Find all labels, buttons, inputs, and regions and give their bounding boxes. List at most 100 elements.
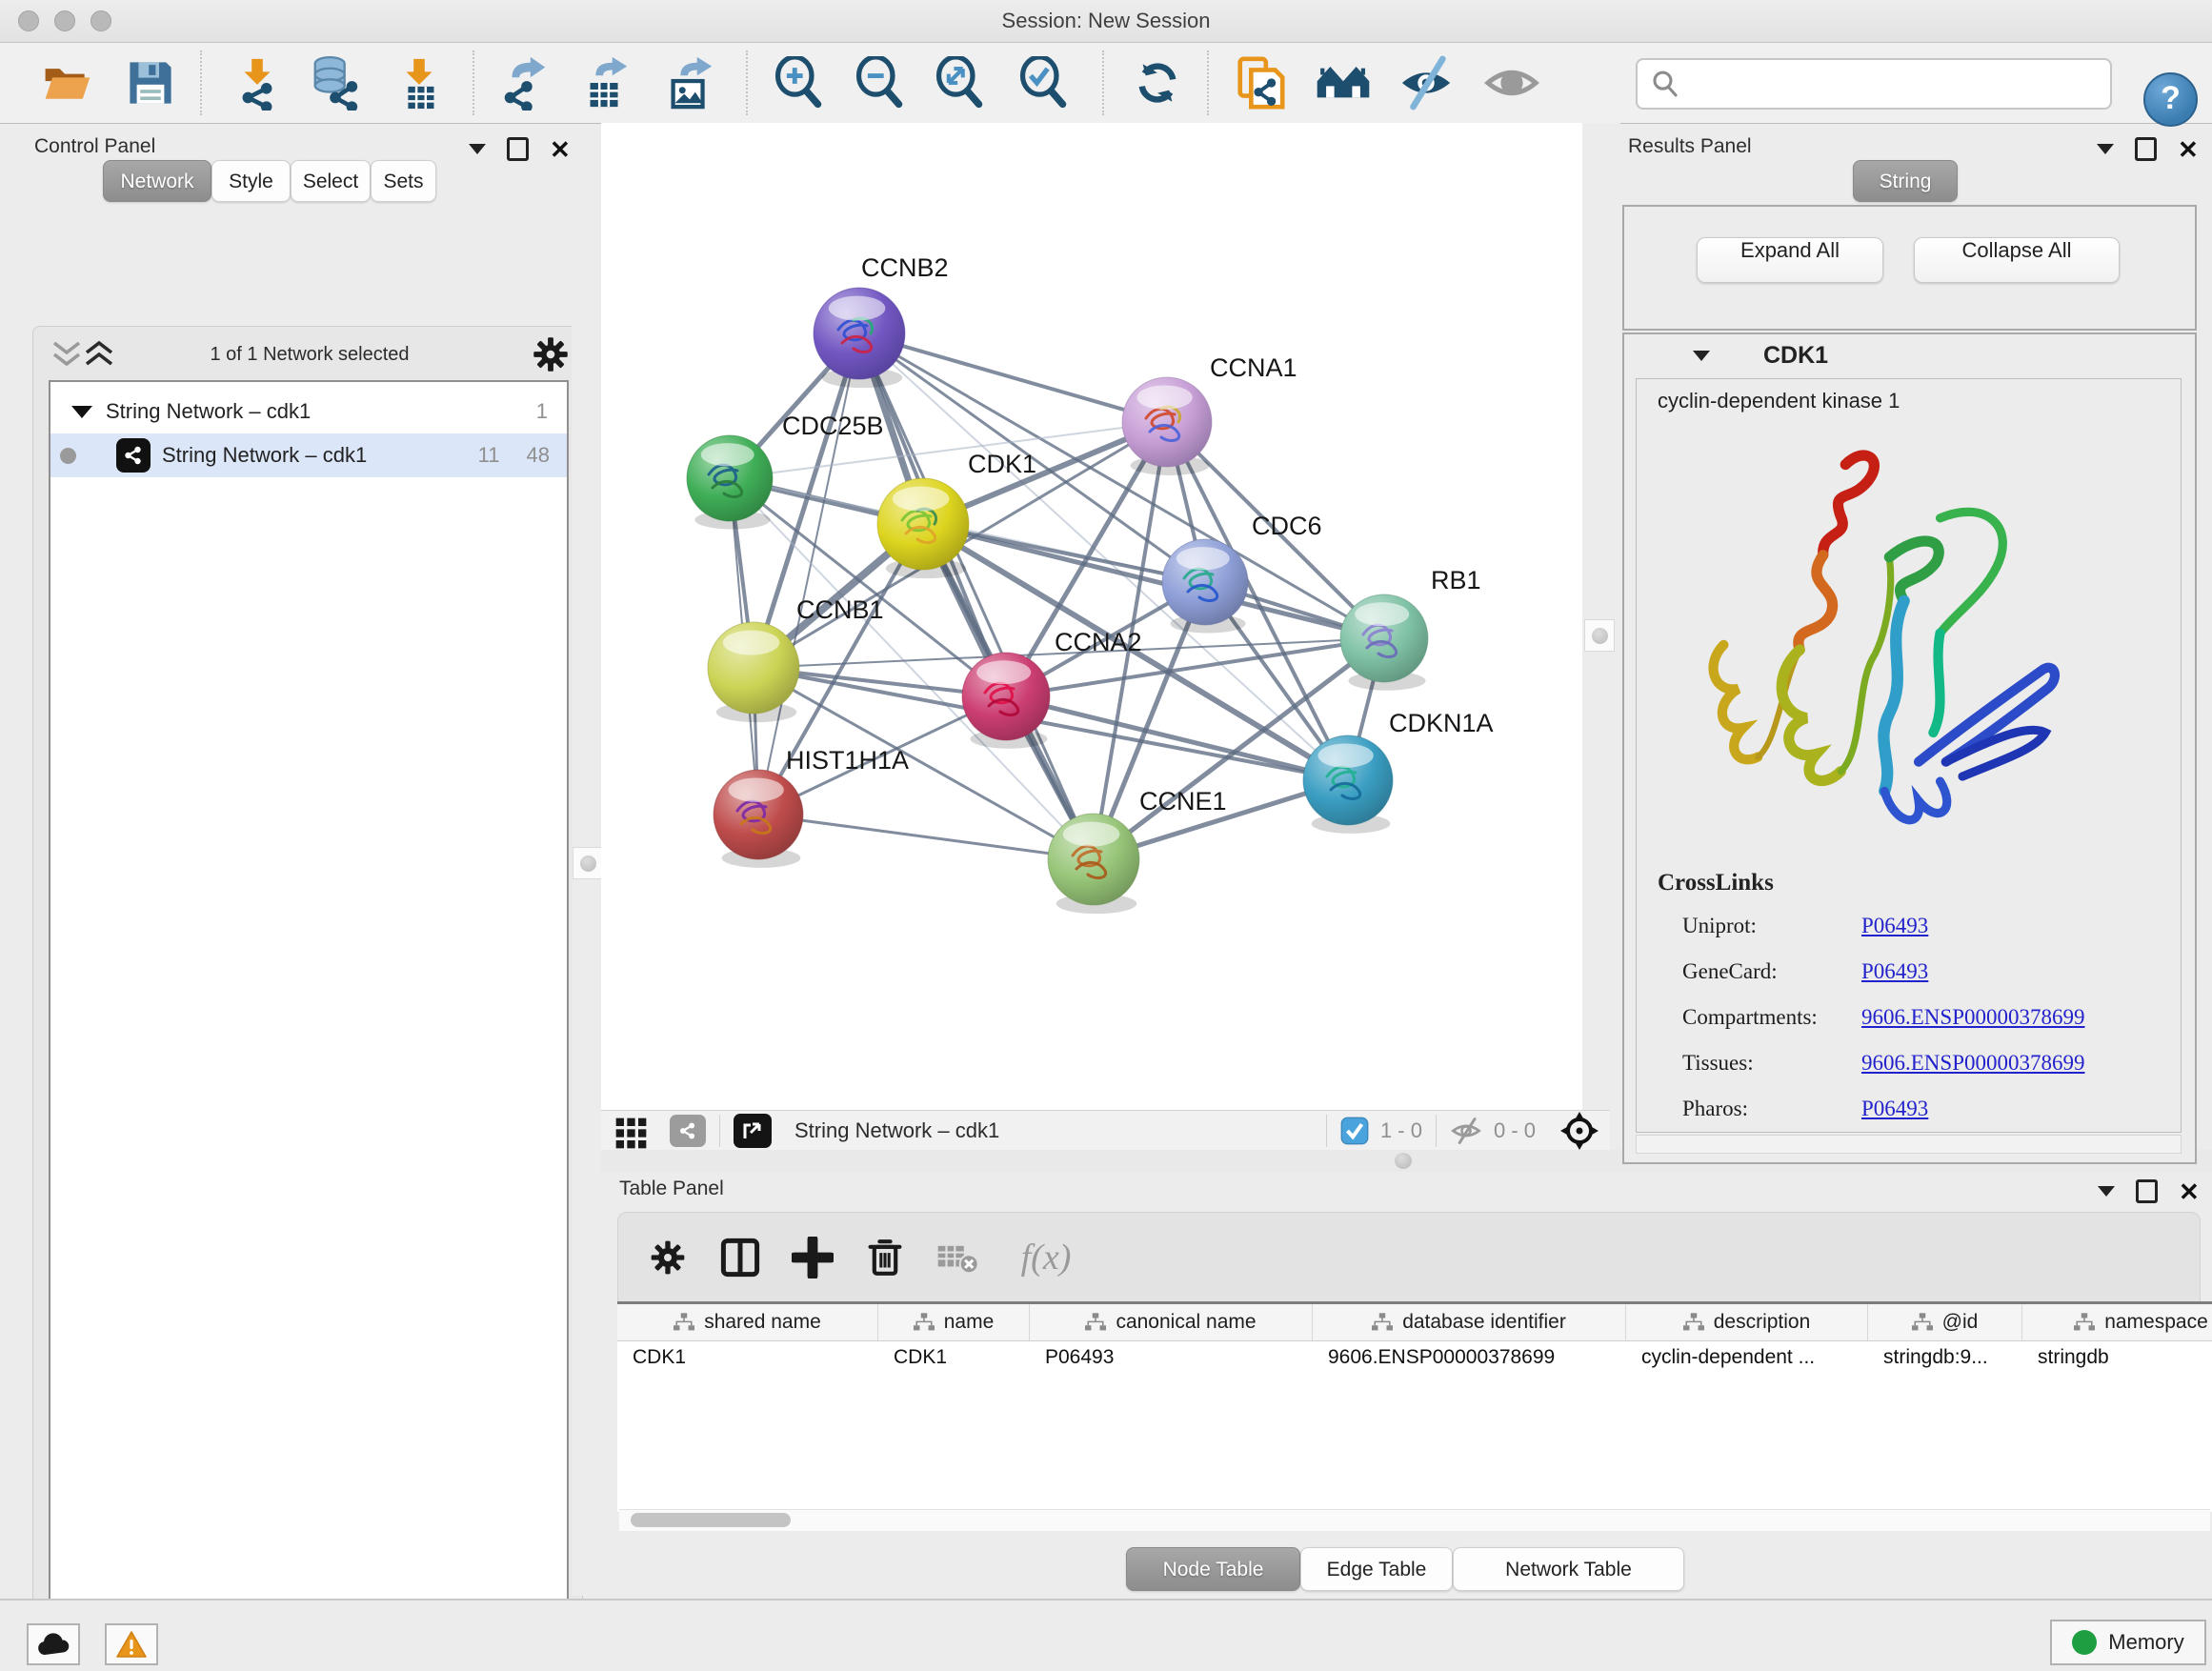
network-overview-icon[interactable] [670,1115,706,1147]
export-table-button[interactable] [574,52,635,113]
column-header-name[interactable]: name [878,1304,1030,1340]
close-panel-icon[interactable]: ✕ [2179,1182,2200,1201]
edge-CCNB2-CCNE1[interactable] [859,333,1094,859]
edge-CDK1-RB1[interactable] [923,524,1384,638]
refresh-button[interactable] [1127,52,1188,113]
edge-CCNB2-HIST1H1A[interactable] [758,333,859,815]
close-panel-icon[interactable]: ✕ [2178,140,2199,159]
warnings-button[interactable] [105,1623,158,1665]
float-panel-icon[interactable] [2135,137,2157,161]
horizontal-splitter-handle[interactable] [1395,1153,1412,1169]
table-cell[interactable]: stringdb [2022,1340,2212,1377]
table-cell[interactable]: stringdb:9... [1868,1340,2022,1377]
hidden-eye-icon[interactable] [1450,1115,1482,1147]
open-session-button[interactable] [36,52,97,113]
import-network-file-button[interactable] [227,52,288,113]
expand-all-networks-icon[interactable] [50,340,83,369]
tab-select[interactable]: Select [291,160,371,202]
table-hscrollbar-thumb[interactable] [631,1513,791,1527]
tab-network-table[interactable]: Network Table [1453,1547,1684,1591]
collapse-panel-icon[interactable] [2097,144,2114,154]
export-image-button[interactable] [659,52,720,113]
crosslink-link[interactable]: P06493 [1861,1097,1928,1120]
table-cell[interactable]: CDK1 [617,1340,878,1377]
collapse-all-networks-icon[interactable] [83,340,115,369]
node-CCNE1[interactable]: CCNE1 [1048,787,1227,914]
section-expand-icon[interactable] [1693,351,1710,361]
save-session-button[interactable] [120,52,181,113]
node-CCNB1[interactable]: CCNB1 [708,595,884,722]
zoom-in-button[interactable] [768,52,829,113]
close-panel-icon[interactable]: ✕ [550,140,571,159]
edge-HIST1H1A-CCNE1[interactable] [758,815,1094,859]
zoom-fit-button[interactable] [929,52,990,113]
node-CDKN1A[interactable]: CDKN1A [1303,709,1494,834]
crosslink-link[interactable]: 9606.ENSP00000378699 [1861,1005,2085,1029]
float-panel-icon[interactable] [507,137,529,161]
expand-all-button[interactable]: Expand All [1697,237,1883,283]
tab-node-table[interactable]: Node Table [1126,1547,1300,1591]
cdk1-section-header[interactable]: CDK1 [1624,334,2195,376]
tree-expand-icon[interactable] [71,406,92,418]
fit-content-crosshair-icon[interactable] [1560,1112,1599,1150]
show-all-button[interactable] [1481,52,1542,113]
crosslink-link[interactable]: 9606.ENSP00000378699 [1861,1051,2085,1075]
column-header-shared-name[interactable]: shared name [617,1304,878,1340]
node-CCNB2[interactable]: CCNB2 [814,253,949,388]
tab-network[interactable]: Network [103,160,211,202]
birds-eye-grid-icon[interactable] [614,1112,653,1150]
table-hscrollbar[interactable] [619,1509,2210,1531]
tab-edge-table[interactable]: Edge Table [1300,1547,1453,1591]
column-header-description[interactable]: description [1626,1304,1868,1340]
network-row-selected[interactable]: String Network – cdk1 11 48 [50,433,567,477]
detach-view-icon[interactable] [734,1114,772,1148]
network-canvas[interactable]: CCNB2CCNA1CDC25BCDK1CDC6RB1CCNB1CCNA2CDK… [601,123,1582,1110]
edge-CCNB2-CCNA1[interactable] [859,333,1167,422]
crosslink-link[interactable]: P06493 [1861,959,1928,983]
selected-checkbox-icon[interactable] [1340,1117,1369,1145]
tab-string[interactable]: String [1853,160,1958,202]
delete-column-button[interactable] [849,1227,921,1288]
column-header--id[interactable]: @id [1868,1304,2022,1340]
table-options-button[interactable] [632,1227,704,1288]
memory-button[interactable]: Memory [2050,1620,2206,1665]
right-splitter[interactable] [1582,123,1620,1110]
trash-icon [865,1238,905,1278]
hide-selected-button[interactable] [1396,52,1457,113]
table-cell[interactable]: cyclin-dependent ... [1626,1340,1868,1377]
collapse-panel-icon[interactable] [469,144,486,154]
table-cell[interactable]: 9606.ENSP00000378699 [1313,1340,1626,1377]
node-CCNA1[interactable]: CCNA1 [1122,353,1297,475]
node-HIST1H1A[interactable]: HIST1H1A [714,746,909,868]
zoom-selected-button[interactable] [1013,52,1074,113]
import-network-database-button[interactable] [305,52,366,113]
node-RB1[interactable]: RB1 [1340,566,1481,691]
zoom-out-button[interactable] [849,52,910,113]
help-button[interactable]: ? [2143,72,2198,127]
cloud-status-button[interactable] [27,1623,80,1665]
column-header-canonical-name[interactable]: canonical name [1030,1304,1313,1340]
left-splitter-handle[interactable] [573,847,603,879]
tab-style[interactable]: Style [211,160,291,202]
network-options-gear-icon[interactable] [533,336,569,372]
export-network-button[interactable] [494,52,555,113]
first-neighbors-button[interactable] [1313,52,1374,113]
right-splitter-handle[interactable] [1584,619,1615,652]
table-row[interactable]: CDK1CDK1P064939606.ENSP00000378699cyclin… [617,1340,2212,1377]
tab-sets[interactable]: Sets [371,160,436,202]
network-collection-row[interactable]: String Network – cdk1 1 [50,390,567,433]
add-column-button[interactable] [776,1227,849,1288]
search-input[interactable] [1689,71,2110,96]
results-scrollbar[interactable] [1636,1135,2182,1154]
table-cell[interactable]: CDK1 [878,1340,1030,1377]
collapse-panel-icon[interactable] [2098,1186,2115,1197]
import-table-file-button[interactable] [389,52,450,113]
table-cell[interactable]: P06493 [1030,1340,1313,1377]
column-header-namespace[interactable]: namespace [2022,1304,2212,1340]
show-columns-button[interactable] [704,1227,776,1288]
collapse-all-button[interactable]: Collapse All [1914,237,2120,283]
crosslink-link[interactable]: P06493 [1861,914,1928,937]
copy-network-button[interactable] [1230,52,1291,113]
column-header-database-identifier[interactable]: database identifier [1313,1304,1626,1340]
float-panel-icon[interactable] [2136,1179,2158,1203]
